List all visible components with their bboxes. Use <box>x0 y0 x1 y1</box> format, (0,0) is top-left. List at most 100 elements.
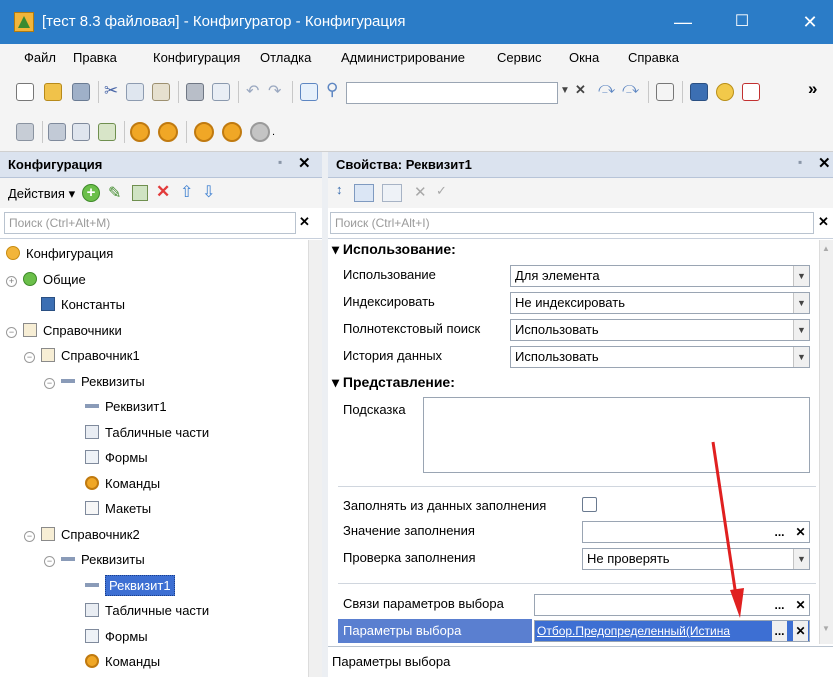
toolbar-overflow-icon[interactable]: » <box>808 79 817 99</box>
tree-item[interactable]: − Реквизиты <box>0 547 306 572</box>
search-icon[interactable]: ⚲ <box>326 80 338 100</box>
tree-item[interactable]: Макеты <box>0 496 306 521</box>
tree-item[interactable]: − Справочник2 <box>0 522 306 547</box>
open-file-icon[interactable] <box>44 83 62 101</box>
database-icon[interactable] <box>48 123 66 141</box>
collapse-icon[interactable]: − <box>44 377 55 389</box>
tree-item[interactable]: Реквизит1 <box>0 394 306 419</box>
categorized-view-icon[interactable] <box>354 184 374 202</box>
delete-icon[interactable]: ✕ <box>156 182 170 202</box>
collapse-icon[interactable]: − <box>24 352 35 363</box>
fill-value-ellipsis-button[interactable]: ... <box>772 522 787 542</box>
tree-item[interactable]: − Справочники <box>0 318 306 343</box>
tree-item[interactable]: − Справочник1 <box>0 343 306 368</box>
section-view-header[interactable]: ▾ Представление: <box>332 374 455 391</box>
panel-splitter[interactable] <box>322 152 328 677</box>
help-icon[interactable] <box>742 83 760 101</box>
redo-icon[interactable]: ↷ <box>268 81 281 101</box>
tree-item[interactable]: − Реквизиты <box>0 369 306 394</box>
tree-item[interactable]: Команды <box>0 471 306 496</box>
config-search-clear-button[interactable]: ✕ <box>299 214 310 230</box>
menu-administration[interactable]: Администрирование <box>341 50 465 65</box>
config-tree-scrollbar[interactable] <box>308 240 322 677</box>
tree-item[interactable]: + Общие <box>0 267 306 292</box>
tree-item[interactable]: Конфигурация <box>0 241 306 266</box>
panel-pin-icon[interactable]: ▪ <box>798 155 802 169</box>
move-down-icon[interactable]: ⇩ <box>202 182 215 202</box>
close-window-button[interactable]: ✕ <box>790 8 830 36</box>
sort-icon[interactable]: ↕ <box>336 182 343 197</box>
props-search-clear-button[interactable]: ✕ <box>818 214 829 230</box>
scroll-up-icon[interactable]: ▲ <box>822 244 830 253</box>
tree-item[interactable]: Табличные части <box>0 598 306 623</box>
find-next-icon[interactable]: ⤼ <box>598 80 615 98</box>
tree-item[interactable]: Реквизит1 <box>0 573 306 598</box>
update-config-icon[interactable] <box>98 123 116 141</box>
choice-links-ellipsis-button[interactable]: ... <box>772 595 787 615</box>
move-up-icon[interactable]: ⇧ <box>180 182 193 202</box>
find-prev-icon[interactable]: ⤼ <box>622 80 639 98</box>
menu-edit[interactable]: Правка <box>73 50 117 65</box>
minimize-button[interactable]: — <box>663 8 703 36</box>
new-file-icon[interactable] <box>16 83 34 101</box>
fill-from-data-checkbox[interactable] <box>582 497 597 512</box>
choice-links-input[interactable] <box>534 594 810 616</box>
choice-links-clear-button[interactable]: ✕ <box>793 595 808 615</box>
props-search-input[interactable]: Поиск (Ctrl+Alt+I) <box>330 212 814 234</box>
cut-icon[interactable]: ✂ <box>104 81 118 101</box>
open-config-icon[interactable] <box>16 123 34 141</box>
run-thin-client-icon[interactable] <box>222 122 242 142</box>
copy-element-icon[interactable] <box>132 185 148 201</box>
windows-list-icon[interactable] <box>656 83 674 101</box>
paste-icon[interactable] <box>152 83 170 101</box>
usage-dropdown-icon[interactable]: ▼ <box>793 266 809 286</box>
filter-icon[interactable] <box>382 184 402 202</box>
run-enterprise-icon[interactable] <box>194 122 214 142</box>
combo-dropdown-icon[interactable]: ▼ <box>560 85 570 96</box>
tree-item[interactable]: Формы <box>0 445 306 470</box>
section-usage-header[interactable]: ▾ Использование: <box>332 241 456 258</box>
combo-clear-icon[interactable]: ✕ <box>575 82 586 98</box>
collapse-icon[interactable]: − <box>6 326 17 338</box>
toolbar-chevron-icon[interactable]: . <box>272 126 275 138</box>
menu-configuration[interactable]: Конфигурация <box>153 50 240 65</box>
table-icon[interactable] <box>72 123 90 141</box>
config-panel-close-button[interactable]: ✕ <box>298 154 311 172</box>
menu-service[interactable]: Сервис <box>497 50 542 65</box>
hint-icon[interactable] <box>716 83 734 101</box>
choice-params-input[interactable]: Отбор.Предопределенный(Истина <box>534 620 810 642</box>
fill-check-dropdown-icon[interactable]: ▼ <box>793 549 809 569</box>
indexing-dropdown-icon[interactable]: ▼ <box>793 293 809 313</box>
save-icon[interactable] <box>72 83 90 101</box>
menu-debug[interactable]: Отладка <box>260 50 311 65</box>
indexing-select[interactable]: Не индексировать <box>510 292 810 314</box>
debug-thin-client-icon[interactable] <box>158 122 178 142</box>
syntax-helper-icon[interactable] <box>690 83 708 101</box>
collapse-icon[interactable]: − <box>24 530 35 542</box>
usage-select[interactable]: Для элемента <box>510 265 810 287</box>
config-search-input[interactable]: Поиск (Ctrl+Alt+M) <box>4 212 296 234</box>
fulltext-search-select[interactable]: Использовать <box>510 319 810 341</box>
data-history-select[interactable]: Использовать <box>510 346 810 368</box>
tree-item[interactable]: Табличные части <box>0 420 306 445</box>
fulltext-search-dropdown-icon[interactable]: ▼ <box>793 320 809 340</box>
menu-windows[interactable]: Окна <box>569 50 599 65</box>
print-preview-icon[interactable] <box>212 83 230 101</box>
panel-pin-icon[interactable]: ▪ <box>278 155 282 169</box>
choice-params-ellipsis-button[interactable]: ... <box>772 621 787 641</box>
scroll-down-icon[interactable]: ▼ <box>822 624 830 633</box>
add-icon[interactable]: + <box>82 184 100 202</box>
data-history-dropdown-icon[interactable]: ▼ <box>793 347 809 367</box>
undo-icon[interactable]: ↶ <box>246 81 259 101</box>
choice-params-clear-button[interactable]: ✕ <box>793 621 808 641</box>
tree-item[interactable]: Константы <box>0 292 306 317</box>
collapse-icon[interactable]: − <box>44 556 55 567</box>
edit-icon[interactable]: ✎ <box>108 183 121 203</box>
search-combo-input[interactable] <box>346 82 558 104</box>
print-icon[interactable] <box>186 83 204 101</box>
menu-help[interactable]: Справка <box>628 50 679 65</box>
actions-menu-button[interactable]: Действия ▾ <box>8 186 75 202</box>
expand-icon[interactable]: + <box>6 275 17 287</box>
props-scrollbar[interactable]: ▲ ▼ <box>819 240 833 644</box>
fill-value-clear-button[interactable]: ✕ <box>793 522 808 542</box>
